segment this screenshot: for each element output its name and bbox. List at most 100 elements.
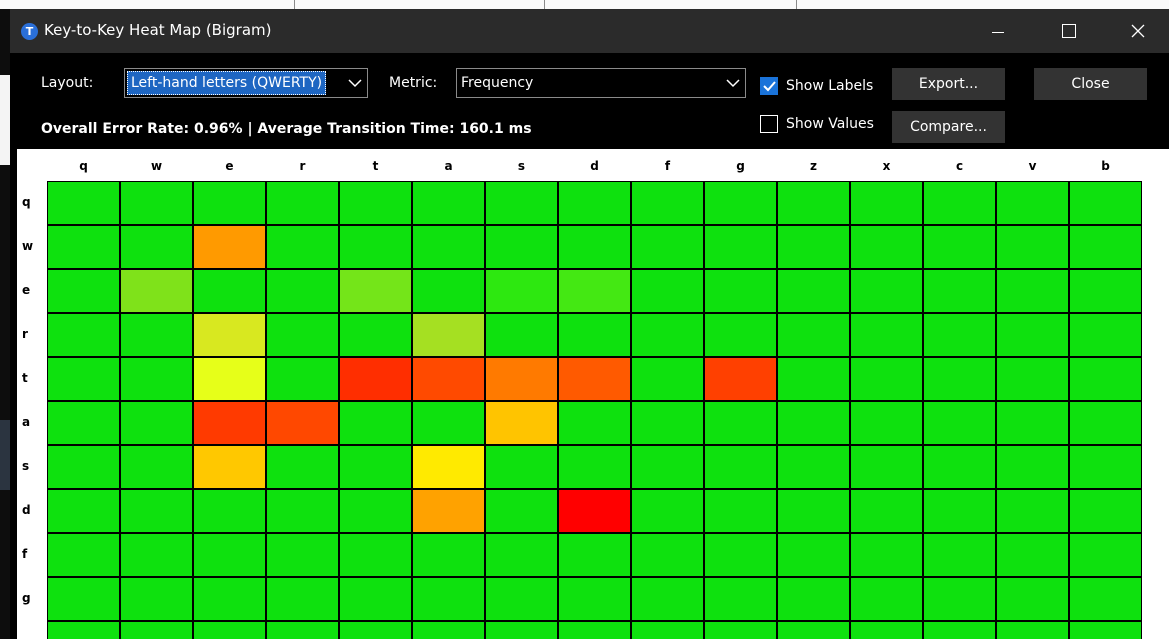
heatmap-cell-g-d[interactable] [558,577,631,621]
heatmap-cell-s-a[interactable] [412,445,485,489]
heatmap-cell-d-a[interactable] [412,489,485,533]
heatmap-cell-r-v[interactable] [996,313,1069,357]
heatmap-cell-a-a[interactable] [412,401,485,445]
heatmap-cell-z-x[interactable] [850,621,923,639]
heatmap-cell-q-d[interactable] [558,181,631,225]
heatmap-cell-e-v[interactable] [996,269,1069,313]
heatmap-cell-d-d[interactable] [558,489,631,533]
heatmap-cell-w-w[interactable] [120,225,193,269]
heatmap-cell-e-e[interactable] [193,269,266,313]
heatmap-cell-q-g[interactable] [704,181,777,225]
heatmap-cell-f-w[interactable] [120,533,193,577]
heatmap-cell-s-w[interactable] [120,445,193,489]
heatmap-cell-s-g[interactable] [704,445,777,489]
heatmap-cell-z-s[interactable] [485,621,558,639]
layout-dropdown[interactable]: Left-hand letters (QWERTY) [124,68,368,98]
export-button[interactable]: Export... [892,68,1005,100]
heatmap-cell-f-s[interactable] [485,533,558,577]
heatmap-cell-f-d[interactable] [558,533,631,577]
heatmap-cell-t-q[interactable] [47,357,120,401]
heatmap-cell-s-d[interactable] [558,445,631,489]
heatmap-cell-w-g[interactable] [704,225,777,269]
heatmap-cell-t-w[interactable] [120,357,193,401]
heatmap-cell-g-t[interactable] [339,577,412,621]
heatmap-cell-z-c[interactable] [923,621,996,639]
heatmap-cell-r-x[interactable] [850,313,923,357]
heatmap-cell-a-g[interactable] [704,401,777,445]
heatmap-cell-d-z[interactable] [777,489,850,533]
heatmap-cell-g-c[interactable] [923,577,996,621]
heatmap-cell-q-e[interactable] [193,181,266,225]
close-window-button[interactable] [1109,9,1167,53]
heatmap-cell-f-v[interactable] [996,533,1069,577]
heatmap-cell-z-b[interactable] [1069,621,1142,639]
heatmap-cell-t-f[interactable] [631,357,704,401]
heatmap-cell-w-v[interactable] [996,225,1069,269]
heatmap-cell-f-x[interactable] [850,533,923,577]
heatmap-cell-w-z[interactable] [777,225,850,269]
heatmap-cell-q-f[interactable] [631,181,704,225]
heatmap-cell-w-e[interactable] [193,225,266,269]
minimize-button[interactable] [969,9,1027,53]
heatmap-cell-t-b[interactable] [1069,357,1142,401]
maximize-button[interactable] [1040,9,1098,53]
heatmap-cell-r-q[interactable] [47,313,120,357]
heatmap-cell-e-s[interactable] [485,269,558,313]
heatmap-cell-s-c[interactable] [923,445,996,489]
heatmap-cell-z-e[interactable] [193,621,266,639]
heatmap-cell-t-g[interactable] [704,357,777,401]
heatmap-cell-e-d[interactable] [558,269,631,313]
show-labels-label[interactable]: Show Labels [786,78,873,94]
heatmap-cell-f-e[interactable] [193,533,266,577]
heatmap-cell-a-s[interactable] [485,401,558,445]
heatmap-cell-e-r[interactable] [266,269,339,313]
heatmap-cell-g-w[interactable] [120,577,193,621]
heatmap-cell-z-t[interactable] [339,621,412,639]
heatmap-cell-z-r[interactable] [266,621,339,639]
heatmap-cell-e-b[interactable] [1069,269,1142,313]
heatmap-cell-a-r[interactable] [266,401,339,445]
heatmap-cell-z-w[interactable] [120,621,193,639]
heatmap-cell-f-a[interactable] [412,533,485,577]
heatmap-cell-e-z[interactable] [777,269,850,313]
heatmap-cell-s-f[interactable] [631,445,704,489]
heatmap-cell-g-f[interactable] [631,577,704,621]
heatmap-cell-w-c[interactable] [923,225,996,269]
heatmap-cell-z-f[interactable] [631,621,704,639]
heatmap-cell-w-x[interactable] [850,225,923,269]
heatmap-cell-a-z[interactable] [777,401,850,445]
heatmap-cell-s-v[interactable] [996,445,1069,489]
heatmap-cell-r-s[interactable] [485,313,558,357]
heatmap-cell-d-c[interactable] [923,489,996,533]
heatmap-cell-z-v[interactable] [996,621,1069,639]
heatmap-cell-q-r[interactable] [266,181,339,225]
heatmap-cell-e-q[interactable] [47,269,120,313]
heatmap-cell-a-q[interactable] [47,401,120,445]
heatmap-cell-a-b[interactable] [1069,401,1142,445]
heatmap-cell-r-r[interactable] [266,313,339,357]
heatmap-cell-a-f[interactable] [631,401,704,445]
heatmap-cell-t-x[interactable] [850,357,923,401]
heatmap-cell-f-c[interactable] [923,533,996,577]
heatmap-cell-t-e[interactable] [193,357,266,401]
heatmap-cell-w-b[interactable] [1069,225,1142,269]
heatmap-cell-t-c[interactable] [923,357,996,401]
heatmap-cell-q-c[interactable] [923,181,996,225]
heatmap-cell-g-z[interactable] [777,577,850,621]
heatmap-cell-q-v[interactable] [996,181,1069,225]
heatmap-cell-e-t[interactable] [339,269,412,313]
heatmap-cell-g-v[interactable] [996,577,1069,621]
heatmap-cell-a-e[interactable] [193,401,266,445]
heatmap-cell-f-t[interactable] [339,533,412,577]
show-values-label[interactable]: Show Values [786,116,874,132]
heatmap-cell-g-q[interactable] [47,577,120,621]
heatmap-cell-z-d[interactable] [558,621,631,639]
heatmap-cell-t-d[interactable] [558,357,631,401]
heatmap-cell-q-x[interactable] [850,181,923,225]
heatmap-cell-z-a[interactable] [412,621,485,639]
heatmap-cell-z-z[interactable] [777,621,850,639]
heatmap-cell-g-e[interactable] [193,577,266,621]
heatmap-cell-w-r[interactable] [266,225,339,269]
heatmap-cell-t-z[interactable] [777,357,850,401]
heatmap-cell-a-t[interactable] [339,401,412,445]
